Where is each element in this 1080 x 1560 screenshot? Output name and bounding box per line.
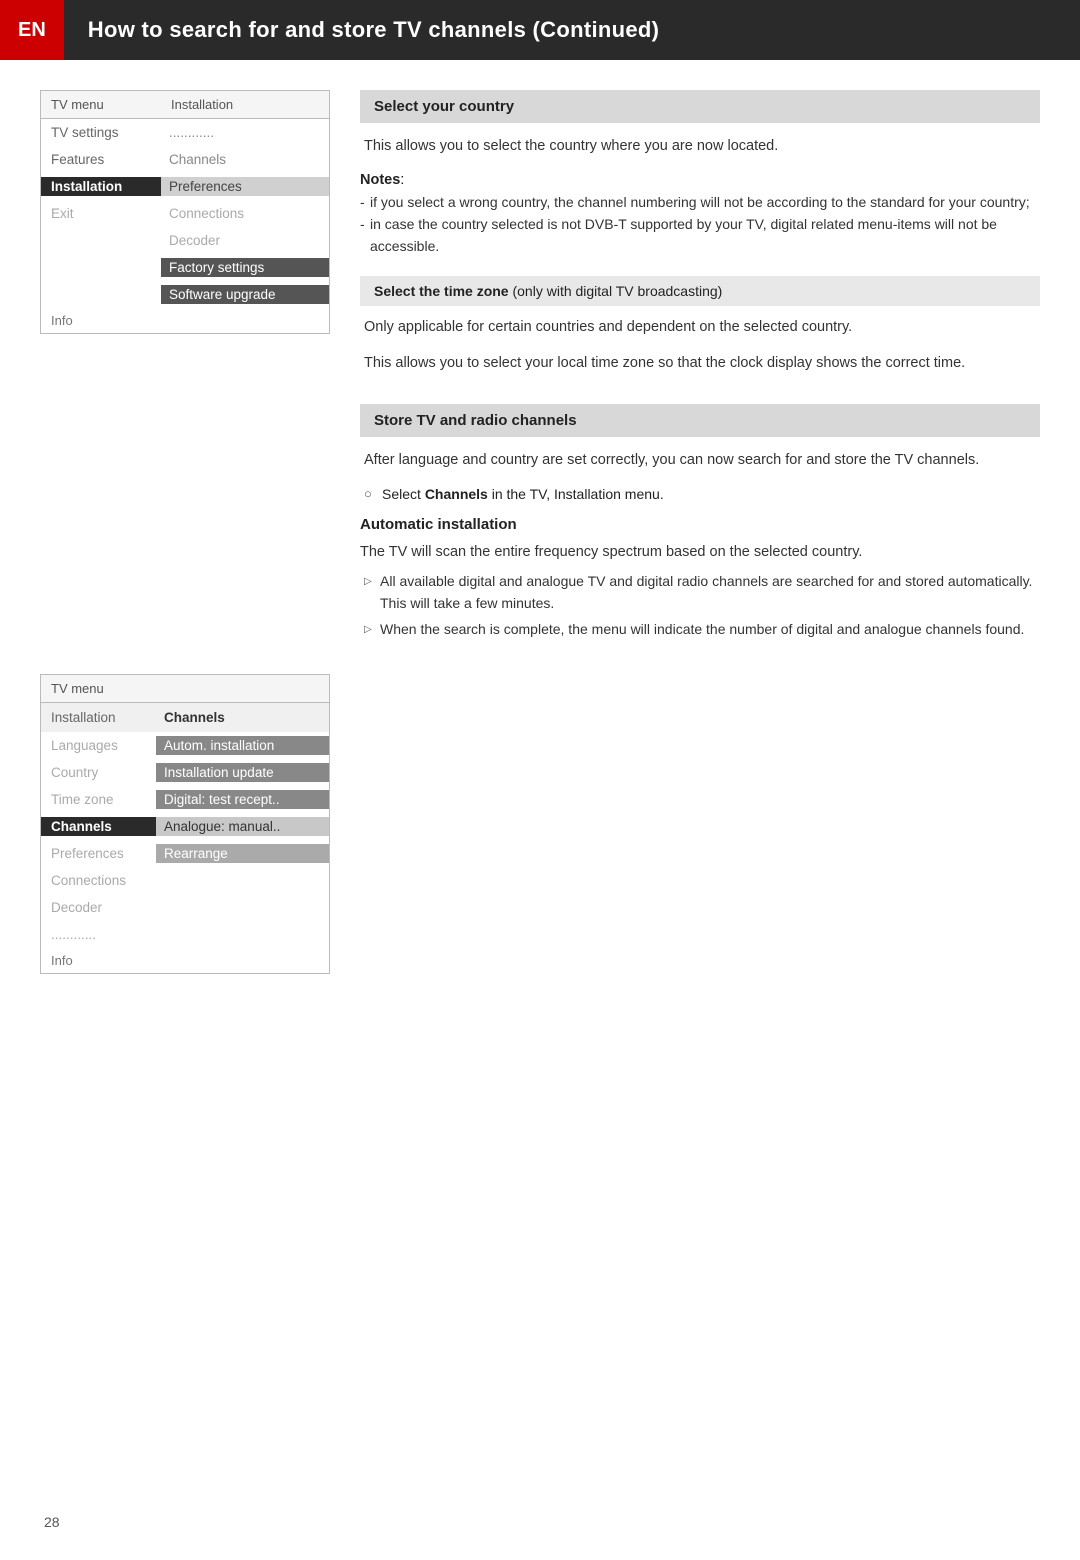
menu1-row-tv-settings-col1: TV settings — [41, 123, 161, 142]
menu1-row-installation-col1: Installation — [41, 177, 161, 196]
time-zone-header: Select the time zone (only with digital … — [360, 276, 1040, 306]
tv-menu-header-1: TV menu Installation — [41, 91, 329, 119]
menu2-row-languages: Languages Autom. installation — [41, 732, 329, 759]
time-zone-title-strong: Select the time zone — [374, 283, 509, 299]
notes-list: if you select a wrong country, the chann… — [360, 192, 1040, 257]
menu2-row-channels-col1: Channels — [41, 817, 156, 836]
tv-menu-box-2: TV menu Installation Channels Languages … — [40, 674, 330, 974]
menu2-row-decoder2: Decoder — [41, 894, 329, 921]
page-title: How to search for and store TV channels … — [64, 17, 659, 43]
menu1-row-features-col2: Channels — [161, 150, 329, 169]
tv-menu-header-2: TV menu — [41, 675, 329, 703]
select-line-text: Select Channels in the TV, Installation … — [382, 486, 664, 502]
menu2-row-preferences: Preferences Rearrange — [41, 840, 329, 867]
time-zone-title-suffix: (only with digital TV broadcasting) — [509, 283, 723, 299]
section-time-zone: Select the time zone (only with digital … — [360, 276, 1040, 375]
select-country-header: Select your country — [360, 90, 1040, 123]
bullet-circle-icon: ○ — [364, 486, 374, 501]
menu2-row-channels-col2: Analogue: manual.. — [156, 817, 329, 836]
menu2-row-connections: Connections — [41, 867, 329, 894]
menu1-col2-header: Installation — [171, 97, 319, 112]
menu2-row-decoder2-col2 — [156, 898, 329, 917]
menu2-row-preferences-col1: Preferences — [41, 844, 156, 863]
menu2-row-dots: ............ — [41, 921, 329, 948]
select-line-suffix: in the TV, Installation menu. — [488, 486, 664, 502]
menu1-row-factory: Factory settings — [41, 254, 329, 281]
menu1-row-decoder-col1 — [41, 231, 161, 250]
notes-label: Notes — [360, 172, 400, 188]
menu1-row-software-col2: Software upgrade — [161, 285, 329, 304]
time-zone-body1: Only applicable for certain countries an… — [360, 316, 1040, 338]
menu2-row-timezone: Time zone Digital: test recept.. — [41, 786, 329, 813]
menu2-col2-header — [171, 681, 319, 696]
menu2-row-preferences-col2: Rearrange — [156, 844, 329, 863]
menu2-row-installation-col1: Installation — [41, 707, 156, 728]
menu1-row-factory-col1 — [41, 258, 161, 277]
select-country-body: This allows you to select the country wh… — [360, 135, 1040, 157]
menu1-row-decoder: Decoder — [41, 227, 329, 254]
main-content: TV menu Installation TV settings .......… — [0, 90, 1080, 1004]
menu1-row-software-col1 — [41, 285, 161, 304]
auto-install-bullets: All available digital and analogue TV an… — [360, 571, 1040, 640]
menu2-row-country-col2: Installation update — [156, 763, 329, 782]
menu2-col1-header: TV menu — [51, 681, 171, 696]
page-number: 28 — [44, 1514, 60, 1530]
menu1-col1-header: TV menu — [51, 97, 171, 112]
menu2-row-header: Installation Channels — [41, 703, 329, 732]
auto-install-header: Automatic installation — [360, 516, 1040, 533]
menu2-row-channels-label: Channels — [156, 707, 329, 728]
menu2-row-channels: Channels Analogue: manual.. — [41, 813, 329, 840]
menu2-row-dots-col1: ............ — [41, 925, 156, 944]
menu2-row-connections-col2 — [156, 871, 329, 890]
menu1-row-tv-settings: TV settings ............ — [41, 119, 329, 146]
menu2-row-timezone-col2: Digital: test recept.. — [156, 790, 329, 809]
menu1-row-tv-settings-col2: ............ — [161, 123, 329, 142]
menu1-row-exit-col1: Exit — [41, 204, 161, 223]
auto-install-body: The TV will scan the entire frequency sp… — [360, 541, 1040, 563]
menu2-row-dots-col2 — [156, 925, 329, 944]
left-column: TV menu Installation TV settings .......… — [40, 90, 330, 1004]
auto-install-section: Automatic installation The TV will scan … — [360, 516, 1040, 641]
select-channels-line: ○ Select Channels in the TV, Installatio… — [360, 486, 1040, 502]
menu1-row-exit: Exit Connections — [41, 200, 329, 227]
en-badge: EN — [0, 0, 64, 60]
section-store-tv: Store TV and radio channels After langua… — [360, 404, 1040, 640]
auto-install-bullet-1: All available digital and analogue TV an… — [360, 571, 1040, 614]
time-zone-body2: This allows you to select your local tim… — [360, 352, 1040, 374]
store-tv-body: After language and country are set corre… — [360, 449, 1040, 471]
section-select-country: Select your country This allows you to s… — [360, 90, 1040, 258]
notes-block: Notes: if you select a wrong country, th… — [360, 171, 1040, 257]
menu1-row-software: Software upgrade — [41, 281, 329, 308]
auto-install-bullet-2: When the search is complete, the menu wi… — [360, 619, 1040, 641]
menu2-row-languages-col1: Languages — [41, 736, 156, 755]
menu1-info: Info — [41, 308, 329, 333]
menu1-row-decoder-col2: Decoder — [161, 231, 329, 250]
menu1-row-exit-col2: Connections — [161, 204, 329, 223]
store-tv-header: Store TV and radio channels — [360, 404, 1040, 437]
menu1-row-installation: Installation Preferences — [41, 173, 329, 200]
right-column: Select your country This allows you to s… — [360, 90, 1040, 1004]
menu2-info: Info — [41, 948, 329, 973]
select-channels-bold: Channels — [425, 486, 488, 502]
notes-item-1: if you select a wrong country, the chann… — [360, 192, 1040, 214]
menu2-row-country-col1: Country — [41, 763, 156, 782]
header-banner: EN How to search for and store TV channe… — [0, 0, 1080, 60]
menu1-row-installation-col2: Preferences — [161, 177, 329, 196]
menu2-row-country: Country Installation update — [41, 759, 329, 786]
menu1-row-features-col1: Features — [41, 150, 161, 169]
menu2-row-connections-col1: Connections — [41, 871, 156, 890]
menu1-row-factory-col2: Factory settings — [161, 258, 329, 277]
tv-menu-box-1: TV menu Installation TV settings .......… — [40, 90, 330, 334]
menu1-row-features: Features Channels — [41, 146, 329, 173]
notes-item-2: in case the country selected is not DVB-… — [360, 214, 1040, 257]
menu2-row-decoder2-col1: Decoder — [41, 898, 156, 917]
menu2-row-languages-col2: Autom. installation — [156, 736, 329, 755]
menu2-row-timezone-col1: Time zone — [41, 790, 156, 809]
